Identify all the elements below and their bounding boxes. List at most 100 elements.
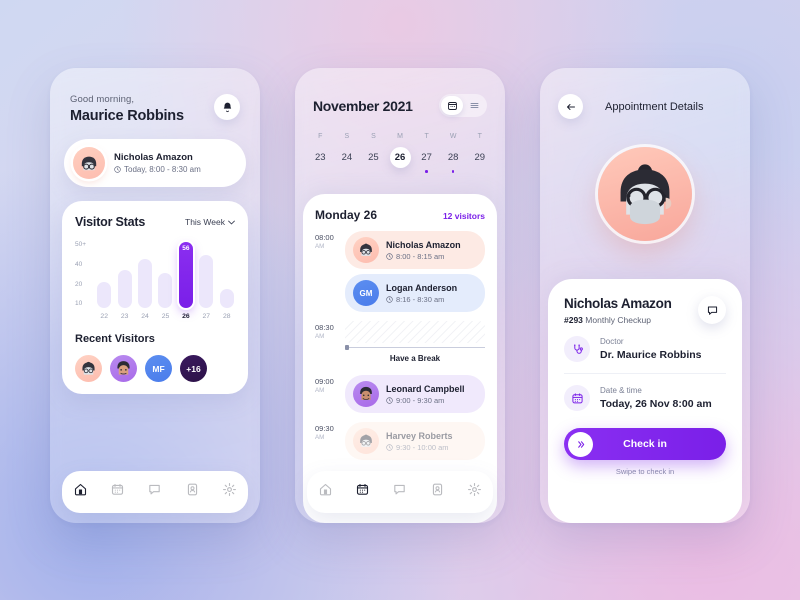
slot-time: 09:30 AM <box>315 422 345 460</box>
id-card-icon <box>432 483 442 496</box>
notification-button[interactable] <box>214 94 240 120</box>
slot-hour: 09:30 <box>315 424 334 433</box>
details-card: Nicholas Amazon #293 Monthly Checkup Doc… <box>548 279 742 523</box>
week-day-cell[interactable]: W 28 <box>440 133 467 173</box>
bottom-nav[interactable] <box>307 471 493 513</box>
slot-hour: 08:00 <box>315 233 334 242</box>
avatar[interactable]: +16 <box>180 355 207 382</box>
page-title: Visitor Stats <box>75 215 146 229</box>
event-name: Harvey Roberts <box>386 430 453 441</box>
tab-contacts[interactable] <box>430 482 445 502</box>
home-icon <box>320 483 332 496</box>
appointment-time-text: Today, 8:00 - 8:30 am <box>124 165 201 174</box>
week-day-number: 27 <box>421 152 432 163</box>
check-in-button[interactable]: Check in <box>564 428 726 460</box>
slot-time: 08:00 AM <box>315 231 345 312</box>
detail-text: Doctor Dr. Maurice Robbins <box>600 337 702 361</box>
bell-icon <box>223 102 231 112</box>
view-toggle[interactable] <box>439 94 487 117</box>
visitor-count: 12 visitors <box>442 211 485 221</box>
patient-meta: #293 Monthly Checkup <box>564 315 672 325</box>
chart-plot-area: 22 23 24 25 56 26 27 28 <box>96 242 235 320</box>
detail-row-datetime: Date & time Today, 26 Nov 8:00 am <box>564 373 726 422</box>
chat-button[interactable] <box>698 296 726 324</box>
tab-calendar[interactable] <box>110 482 125 502</box>
bottom-nav[interactable] <box>62 471 248 513</box>
schedule-event[interactable]: Leonard Campbell 9:00 - 9:30 am <box>345 375 485 413</box>
schedule-event[interactable]: Harvey Roberts 9:30 - 10:00 am <box>345 422 485 460</box>
view-list-button[interactable] <box>463 96 485 115</box>
week-day-cell[interactable]: S 25 <box>360 133 387 173</box>
slot-events: Leonard Campbell 9:00 - 9:30 am <box>345 375 485 413</box>
tab-home[interactable] <box>73 482 88 502</box>
schedule-slot: 09:00 AM Leonard Campbell 9:00 - 9:30 am <box>315 375 485 413</box>
chat-icon <box>707 305 717 315</box>
week-day-number: 25 <box>368 152 379 163</box>
swipe-hint: Swipe to check in <box>615 467 675 476</box>
tab-contacts[interactable] <box>185 482 200 502</box>
tab-settings[interactable] <box>222 482 237 502</box>
next-appointment-card[interactable]: Nicholas Amazon Today, 8:00 - 8:30 am <box>64 139 246 187</box>
range-selector[interactable]: This Week <box>185 217 235 227</box>
break-label: Have a Break <box>383 354 447 363</box>
week-day-letter: T <box>424 133 429 140</box>
clock-icon <box>114 166 121 173</box>
month-label: November 2021 <box>313 97 413 114</box>
week-day-number: 29 <box>474 152 486 163</box>
chart-bar-column[interactable]: 22 <box>96 242 112 320</box>
avatar[interactable] <box>75 355 102 382</box>
detail-value: Dr. Maurice Robbins <box>600 349 702 361</box>
event-name: Logan Anderson <box>386 282 458 293</box>
tab-chat[interactable] <box>392 482 407 502</box>
schedule-event[interactable]: Nicholas Amazon 8:00 - 8:15 am <box>345 231 485 269</box>
tab-chat[interactable] <box>147 482 162 502</box>
avatar <box>73 147 105 179</box>
avatar[interactable]: MF <box>145 355 172 382</box>
event-time: 9:00 - 9:30 am <box>386 396 465 405</box>
chart-x-tick: 23 <box>120 313 129 320</box>
chart-bar-column[interactable]: 56 26 <box>178 242 194 320</box>
week-day-cell[interactable]: T 27 <box>413 133 440 173</box>
phone-home-screen: Good morning, Maurice Robbins Nicholas A… <box>50 68 260 523</box>
id-card-icon <box>187 483 197 496</box>
avatar[interactable] <box>110 355 137 382</box>
chat-icon <box>149 484 161 495</box>
patient-identity: Nicholas Amazon #293 Monthly Checkup <box>564 296 672 325</box>
chart-bar-column[interactable]: 27 <box>198 242 214 320</box>
week-day-cell[interactable]: T 29 <box>466 133 493 173</box>
week-day-number: 24 <box>341 152 353 163</box>
event-name: Nicholas Amazon <box>386 239 461 250</box>
calendar-icon-wrap <box>564 385 590 411</box>
chart-x-tick: 28 <box>222 313 231 320</box>
schedule-event[interactable]: GM Logan Anderson 8:16 - 8:30 am <box>345 274 485 312</box>
y-tick: 50+ <box>75 241 87 248</box>
chart-bar-column[interactable]: 25 <box>157 242 173 320</box>
list-icon <box>470 103 478 108</box>
chart-bar-column[interactable]: 23 <box>116 242 132 320</box>
appointment-time: Today, 8:00 - 8:30 am <box>114 165 201 174</box>
home-header: Good morning, Maurice Robbins <box>50 68 260 124</box>
back-button[interactable] <box>558 94 583 119</box>
tab-calendar[interactable] <box>355 482 370 502</box>
app-showcase: Good morning, Maurice Robbins Nicholas A… <box>0 0 800 600</box>
schedule-day: Monday 26 <box>315 208 378 222</box>
phone-calendar-screen: November 2021 F 23 S 24 S 25 M 26 T 27 W 28 T 29 Mond… <box>295 68 505 523</box>
event-name: Leonard Campbell <box>386 383 465 394</box>
calendar-header: November 2021 <box>295 68 505 117</box>
week-day-cell[interactable]: F 23 <box>307 133 334 173</box>
check-in-label: Check in <box>623 438 667 450</box>
week-day-cell[interactable]: S 24 <box>334 133 361 173</box>
chart-bar <box>117 270 132 308</box>
chart-bar-column[interactable]: 28 <box>219 242 235 320</box>
patient-id: #293 <box>564 315 583 325</box>
view-calendar-button[interactable] <box>441 96 463 115</box>
week-day-cell[interactable]: M 26 <box>387 133 414 173</box>
week-day-letter: S <box>371 133 376 140</box>
avatar <box>353 381 379 407</box>
tab-home[interactable] <box>318 482 333 502</box>
gear-icon <box>222 483 236 496</box>
chart-bar-column[interactable]: 24 <box>137 242 153 320</box>
tab-settings[interactable] <box>467 482 482 502</box>
week-strip[interactable]: F 23 S 24 S 25 M 26 T 27 W 28 T 29 <box>295 133 505 173</box>
avatar-illustration <box>620 164 672 225</box>
